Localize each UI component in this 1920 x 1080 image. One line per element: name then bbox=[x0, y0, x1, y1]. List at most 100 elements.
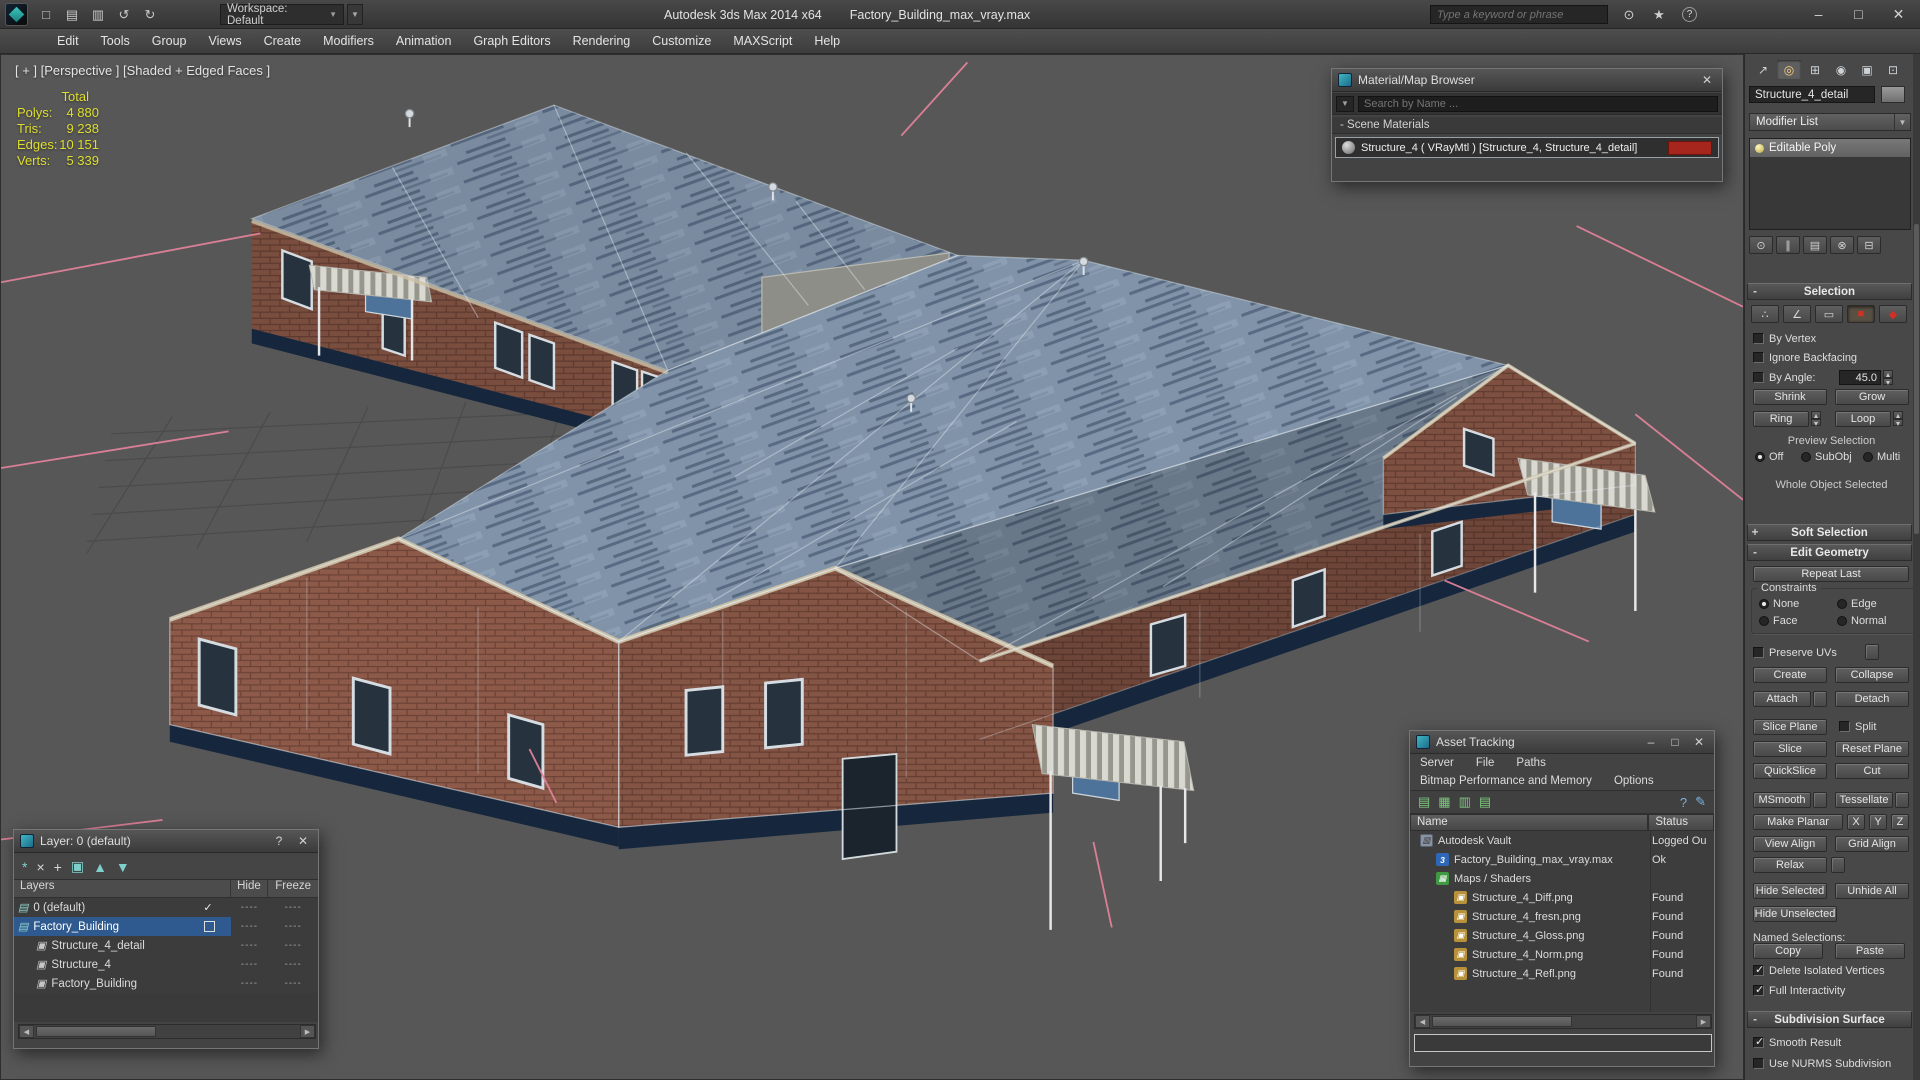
rollout-subdivision-surface[interactable]: - Subdivision Surface bbox=[1747, 1011, 1912, 1028]
help-icon[interactable]: ? bbox=[1682, 7, 1697, 22]
viewport-label[interactable]: [ + ] [Perspective ] [Shaded + Edged Fac… bbox=[15, 63, 270, 78]
maximize-icon[interactable]: □ bbox=[1666, 735, 1684, 749]
move-down-icon[interactable]: ▼ bbox=[116, 859, 130, 875]
hide-toggle[interactable]: ---- bbox=[231, 921, 269, 932]
maximize-button[interactable]: □ bbox=[1840, 0, 1877, 28]
global-search[interactable] bbox=[1430, 5, 1608, 24]
filter-funnel-icon[interactable]: ▼ bbox=[1336, 95, 1354, 112]
split-checkbox[interactable]: Split bbox=[1839, 720, 1876, 733]
rollout-selection[interactable]: - Selection bbox=[1747, 283, 1912, 300]
workspace-dropdown[interactable]: Workspace: Default ▼ bbox=[220, 3, 344, 27]
make-unique-icon[interactable]: ▤ bbox=[1803, 236, 1827, 254]
detail-view-icon[interactable]: ▥ bbox=[1459, 794, 1471, 810]
tab-motion[interactable]: ◉ bbox=[1829, 60, 1853, 79]
add-to-layer-icon[interactable]: + bbox=[54, 859, 62, 875]
list-view-icon[interactable]: ▦ bbox=[1438, 794, 1450, 810]
planar-y-button[interactable]: Y bbox=[1869, 814, 1887, 830]
constraint-none-radio[interactable]: None bbox=[1759, 598, 1799, 610]
full-interactivity-checkbox[interactable]: Full Interactivity bbox=[1753, 983, 1845, 997]
constraint-face-radio[interactable]: Face bbox=[1759, 615, 1797, 627]
by-vertex-checkbox[interactable]: By Vertex bbox=[1753, 332, 1816, 345]
scroll-thumb[interactable] bbox=[1432, 1016, 1572, 1027]
open-file-icon[interactable]: ▤ bbox=[60, 4, 84, 25]
column-layers[interactable]: Layers bbox=[14, 880, 231, 897]
freeze-toggle[interactable]: ---- bbox=[268, 978, 318, 989]
menu-group[interactable]: Group bbox=[141, 34, 198, 48]
create-button[interactable]: Create bbox=[1753, 667, 1827, 683]
scroll-left-icon[interactable]: ◀ bbox=[1415, 1015, 1430, 1028]
collapse-button[interactable]: Collapse bbox=[1835, 667, 1909, 683]
app-logo-icon[interactable] bbox=[5, 3, 28, 26]
configure-modifier-sets-icon[interactable]: ⊟ bbox=[1857, 236, 1881, 254]
show-end-result-icon[interactable]: ∥ bbox=[1776, 236, 1800, 254]
freeze-toggle[interactable]: ---- bbox=[268, 940, 318, 951]
tessellate-button[interactable]: Tessellate bbox=[1835, 792, 1893, 808]
polygon-mode-button[interactable]: ■ bbox=[1847, 305, 1875, 323]
slice-plane-button[interactable]: Slice Plane bbox=[1753, 719, 1827, 735]
slice-button[interactable]: Slice bbox=[1753, 741, 1827, 757]
workspace-extra-dropdown[interactable]: ▼ bbox=[347, 4, 363, 25]
layer-row-factory-building-obj[interactable]: ▣ Factory_Building ---- ---- bbox=[14, 974, 318, 993]
border-mode-button[interactable]: ▭ bbox=[1815, 305, 1843, 323]
repeat-last-button[interactable]: Repeat Last bbox=[1753, 566, 1909, 582]
preview-subobj-radio[interactable]: SubObj bbox=[1801, 451, 1852, 463]
close-button[interactable]: ✕ bbox=[1880, 0, 1917, 28]
minimize-icon[interactable]: – bbox=[1642, 735, 1660, 749]
menu-tools[interactable]: Tools bbox=[90, 34, 141, 48]
scroll-thumb[interactable] bbox=[1914, 224, 1919, 534]
detach-button[interactable]: Detach bbox=[1835, 691, 1909, 707]
delete-isolated-vertices-checkbox[interactable]: Delete Isolated Vertices bbox=[1753, 963, 1885, 977]
angle-spinner[interactable] bbox=[1883, 370, 1893, 385]
pin-stack-icon[interactable]: ⊙ bbox=[1749, 236, 1773, 254]
relax-settings-button[interactable] bbox=[1831, 857, 1845, 873]
freeze-toggle[interactable]: ---- bbox=[268, 921, 318, 932]
asset-hscrollbar[interactable]: ◀ ▶ bbox=[1414, 1014, 1712, 1029]
asset-status-field[interactable] bbox=[1414, 1034, 1712, 1052]
hide-toggle[interactable]: ---- bbox=[231, 940, 269, 951]
edit-paths-icon[interactable]: ✎ bbox=[1695, 794, 1706, 810]
scene-materials-section[interactable]: - Scene Materials bbox=[1332, 117, 1722, 134]
scroll-right-icon[interactable]: ▶ bbox=[1696, 1015, 1711, 1028]
minimize-button[interactable]: – bbox=[1800, 0, 1837, 28]
redo-icon[interactable]: ↻ bbox=[138, 4, 162, 25]
menu-help[interactable]: Help bbox=[803, 34, 851, 48]
menu-edit[interactable]: Edit bbox=[46, 34, 90, 48]
stack-item-editable-poly[interactable]: Editable Poly bbox=[1750, 139, 1910, 157]
new-layer-icon[interactable]: * bbox=[22, 859, 27, 875]
layer-row-structure4-detail[interactable]: ▣ Structure_4_detail ---- ---- bbox=[14, 936, 318, 955]
menu-graph-editors[interactable]: Graph Editors bbox=[462, 34, 561, 48]
smooth-result-checkbox[interactable]: Smooth Result bbox=[1753, 1035, 1841, 1049]
tab-create[interactable]: ↗ bbox=[1751, 60, 1775, 79]
material-search-input[interactable] bbox=[1358, 95, 1718, 112]
asset-row-refl[interactable]: ▣ Structure_4_Refl.png Found bbox=[1410, 964, 1714, 983]
cut-button[interactable]: Cut bbox=[1835, 763, 1909, 779]
menu-file[interactable]: File bbox=[1476, 757, 1495, 769]
asset-row-diff[interactable]: ▣ Structure_4_Diff.png Found bbox=[1410, 888, 1714, 907]
unhide-all-button[interactable]: Unhide All bbox=[1835, 883, 1909, 899]
remove-modifier-icon[interactable]: ⊗ bbox=[1830, 236, 1854, 254]
element-mode-button[interactable]: ◆ bbox=[1879, 305, 1907, 323]
menu-paths[interactable]: Paths bbox=[1516, 757, 1545, 769]
rollout-edit-geometry[interactable]: - Edit Geometry bbox=[1747, 544, 1912, 561]
hide-selected-button[interactable]: Hide Selected bbox=[1753, 883, 1827, 899]
delete-layer-icon[interactable]: × bbox=[36, 859, 44, 875]
ignore-backfacing-checkbox[interactable]: Ignore Backfacing bbox=[1753, 351, 1857, 364]
move-up-icon[interactable]: ▲ bbox=[93, 859, 107, 875]
grow-button[interactable]: Grow bbox=[1835, 389, 1909, 405]
asset-row-norm[interactable]: ▣ Structure_4_Norm.png Found bbox=[1410, 945, 1714, 964]
menu-modifiers[interactable]: Modifiers bbox=[312, 34, 385, 48]
material-entry[interactable]: Structure_4 ( VRayMtl ) [Structure_4, St… bbox=[1335, 137, 1719, 158]
table-view-icon[interactable]: ▤ bbox=[1418, 794, 1430, 810]
freeze-toggle[interactable]: ---- bbox=[268, 902, 318, 913]
menu-server[interactable]: Server bbox=[1420, 757, 1454, 769]
relax-button[interactable]: Relax bbox=[1753, 857, 1827, 873]
layer-hscrollbar[interactable]: ◀ ▶ bbox=[18, 1024, 316, 1039]
scroll-right-icon[interactable]: ▶ bbox=[300, 1025, 315, 1038]
angle-value-field[interactable]: 45.0 bbox=[1839, 370, 1881, 385]
preserve-uvs-settings-button[interactable] bbox=[1865, 644, 1879, 660]
quickslice-button[interactable]: QuickSlice bbox=[1753, 763, 1827, 779]
asset-row-fresn[interactable]: ▣ Structure_4_fresn.png Found bbox=[1410, 907, 1714, 926]
refresh-icon[interactable]: ? bbox=[1680, 795, 1687, 810]
column-name[interactable]: Name bbox=[1410, 814, 1649, 831]
modifier-stack[interactable]: Editable Poly bbox=[1749, 138, 1911, 230]
